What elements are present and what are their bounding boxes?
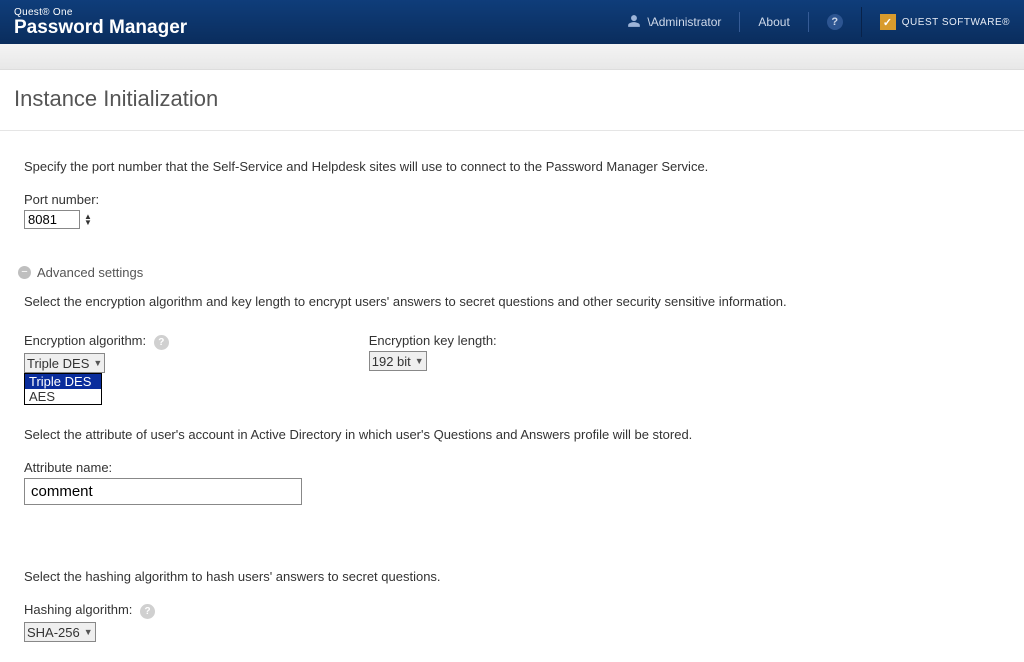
about-link[interactable]: About — [758, 15, 789, 29]
brand: Quest® One Password Manager — [14, 8, 187, 37]
chevron-down-icon: ▼ — [415, 356, 424, 366]
encryption-description: Select the encryption algorithm and key … — [24, 294, 1000, 309]
vendor-logo: ✓ QUEST SOFTWARE® — [880, 14, 1010, 30]
encryption-algo-block: Encryption algorithm: ? Triple DES ▼ Tri… — [24, 327, 169, 373]
chevron-down-icon: ▼ — [84, 220, 92, 226]
key-length-label: Encryption key length: — [369, 333, 497, 348]
page-title: Instance Initialization — [14, 86, 1010, 112]
topbar-right: \Administrator About ? ✓ QUEST SOFTWARE® — [627, 7, 1010, 37]
port-label: Port number: — [24, 192, 1000, 207]
option-aes[interactable]: AES — [25, 389, 101, 404]
hashing-description: Select the hashing algorithm to hash use… — [24, 569, 1000, 584]
separator — [861, 7, 862, 37]
user-menu[interactable]: \Administrator — [627, 14, 721, 31]
top-bar: Quest® One Password Manager \Administrat… — [0, 0, 1024, 44]
encryption-algo-label: Encryption algorithm: ? — [24, 333, 169, 350]
option-triple-des[interactable]: Triple DES — [25, 374, 101, 389]
hashing-label: Hashing algorithm: ? — [24, 602, 1000, 619]
help-icon[interactable]: ? — [827, 14, 843, 30]
advanced-label: Advanced settings — [37, 265, 143, 280]
brand-subtitle: Quest® One — [14, 8, 187, 18]
user-icon — [627, 14, 641, 31]
sub-bar — [0, 44, 1024, 70]
key-length-block: Encryption key length: 192 bit ▼ — [369, 327, 497, 373]
select-value: Triple DES — [27, 356, 89, 371]
vendor-name: QUEST SOFTWARE® — [902, 17, 1010, 28]
chevron-down-icon: ▼ — [84, 627, 93, 637]
port-description: Specify the port number that the Self-Se… — [24, 159, 1000, 174]
attribute-input[interactable] — [24, 478, 302, 505]
attribute-label: Attribute name: — [24, 460, 1000, 475]
chevron-down-icon: ▼ — [93, 358, 102, 368]
brand-title: Password Manager — [14, 18, 187, 37]
collapse-icon: − — [18, 266, 31, 279]
port-row: ▲ ▼ — [24, 210, 1000, 229]
separator — [739, 12, 740, 32]
advanced-toggle[interactable]: − Advanced settings — [18, 265, 1000, 280]
select-value: SHA-256 — [27, 625, 80, 640]
key-length-select[interactable]: 192 bit ▼ — [369, 351, 427, 371]
vendor-mark-icon: ✓ — [880, 14, 896, 30]
separator — [808, 12, 809, 32]
port-input[interactable] — [24, 210, 80, 229]
select-value: 192 bit — [372, 354, 411, 369]
encryption-algo-options: Triple DES AES — [24, 373, 102, 405]
hashing-select[interactable]: SHA-256 ▼ — [24, 622, 96, 642]
content: Specify the port number that the Self-Se… — [0, 131, 1024, 662]
user-label: \Administrator — [647, 15, 721, 29]
encryption-algo-select[interactable]: Triple DES ▼ — [24, 353, 105, 373]
port-stepper[interactable]: ▲ ▼ — [84, 214, 92, 226]
page-title-wrap: Instance Initialization — [0, 70, 1024, 131]
help-icon[interactable]: ? — [154, 335, 169, 350]
attribute-description: Select the attribute of user's account i… — [24, 427, 1000, 442]
